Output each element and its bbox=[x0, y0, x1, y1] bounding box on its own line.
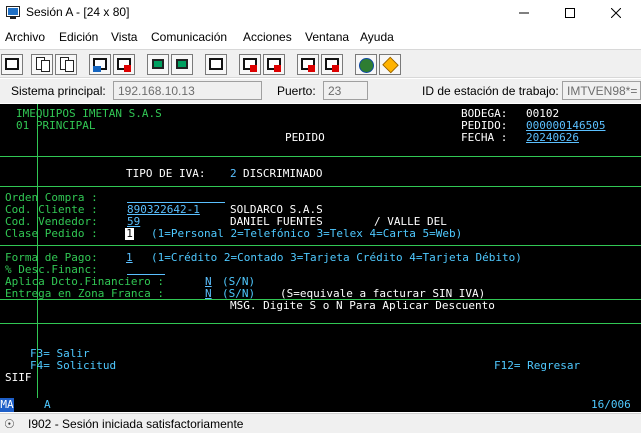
workstation-field[interactable]: IMTVEN98*= bbox=[562, 81, 641, 100]
message-line: MSG. Digite S o N Para Aplicar Descuento bbox=[230, 299, 495, 312]
stop-macro-button[interactable] bbox=[263, 54, 285, 75]
send-button[interactable] bbox=[89, 54, 111, 75]
oia-mode: A bbox=[44, 398, 51, 411]
paste-icon-back bbox=[65, 60, 74, 72]
menu-ventana[interactable]: Ventana bbox=[305, 30, 349, 44]
record-dot-icon bbox=[250, 65, 257, 72]
clase-pedido-label: Clase Pedido : bbox=[5, 227, 98, 240]
screen-title: PEDIDO bbox=[285, 131, 325, 144]
terminal-screen[interactable]: IMEQUIPOS IMETAN S.A.S BODEGA: 00102 01 … bbox=[0, 104, 641, 398]
separator-line bbox=[0, 186, 641, 187]
play-macro-button[interactable] bbox=[297, 54, 319, 75]
close-button[interactable] bbox=[593, 0, 639, 26]
macro-icon bbox=[209, 58, 223, 70]
menu-archivo[interactable]: Archivo bbox=[5, 30, 45, 44]
menu-vista[interactable]: Vista bbox=[111, 30, 137, 44]
print-screen-icon bbox=[5, 58, 19, 70]
desc-financ-field[interactable] bbox=[127, 264, 165, 275]
keypad-icon bbox=[176, 59, 188, 69]
macro-button[interactable] bbox=[205, 54, 227, 75]
keypad-button[interactable] bbox=[171, 54, 193, 75]
oia-indicator: MA bbox=[0, 398, 14, 412]
menu-ayuda[interactable]: Ayuda bbox=[360, 30, 394, 44]
workstation-label: ID de estación de trabajo: bbox=[422, 84, 559, 98]
status-bar: ☉ I902 - Sesión iniciada satisfactoriame… bbox=[0, 413, 641, 433]
iva-label: TIPO DE IVA: bbox=[126, 167, 206, 180]
clase-pedido-field[interactable]: 1 bbox=[125, 228, 134, 240]
fecha-label: FECHA : bbox=[461, 131, 508, 144]
toolbar bbox=[0, 49, 641, 78]
separator-line bbox=[0, 156, 641, 157]
maximize-button[interactable] bbox=[547, 0, 593, 26]
help-button[interactable] bbox=[379, 54, 401, 75]
print-screen-button[interactable] bbox=[1, 54, 23, 75]
copy-button[interactable] bbox=[31, 54, 53, 75]
window-title: Sesión A - [24 x 80] bbox=[26, 5, 130, 19]
title-bar: Sesión A - [24 x 80] bbox=[0, 0, 641, 26]
globe-icon bbox=[359, 58, 374, 73]
f4-solicitud[interactable]: F4= Solicitud bbox=[30, 360, 116, 372]
status-message: I902 - Sesión iniciada satisfactoriament… bbox=[28, 417, 244, 431]
receive-arrow-icon bbox=[124, 65, 131, 72]
host-label: Sistema principal: bbox=[11, 84, 106, 98]
app-icon bbox=[6, 6, 20, 19]
pause-macro-button[interactable] bbox=[321, 54, 343, 75]
help-icon bbox=[382, 56, 399, 74]
forma-pago-options: (1=Crédito 2=Contado 3=Tarjeta Crédito 4… bbox=[151, 251, 522, 264]
paste-button[interactable] bbox=[55, 54, 77, 75]
cursor-position: 16/006 bbox=[591, 398, 631, 411]
iva-text: DISCRIMINADO bbox=[243, 167, 323, 180]
separator-line bbox=[0, 245, 641, 246]
display-icon bbox=[152, 59, 164, 69]
connection-status-icon: ☉ bbox=[4, 417, 15, 431]
play-dot-icon bbox=[308, 65, 315, 72]
maximize-icon bbox=[565, 8, 575, 18]
branch-name: 01 PRINCIPAL bbox=[16, 119, 96, 132]
operator-info-area: MA A 16/006 bbox=[0, 398, 641, 412]
fecha-value[interactable]: 20240626 bbox=[526, 132, 579, 144]
port-label: Puerto: bbox=[277, 84, 316, 98]
host-field[interactable]: 192.168.10.13 bbox=[113, 81, 262, 100]
stop-dot-icon bbox=[274, 65, 281, 72]
forma-pago-field[interactable]: 1 bbox=[126, 252, 133, 264]
clase-pedido-options: (1=Personal 2=Telefónico 3=Telex 4=Carta… bbox=[151, 227, 463, 240]
record-macro-button[interactable] bbox=[239, 54, 261, 75]
siif-label: SIIF bbox=[5, 371, 32, 384]
menu-acciones[interactable]: Acciones bbox=[243, 30, 292, 44]
minimize-button[interactable] bbox=[501, 0, 547, 26]
port-field[interactable]: 23 bbox=[323, 81, 368, 100]
menu-bar: Archivo Edición Vista Comunicación Accio… bbox=[0, 26, 641, 48]
iva-code: 2 bbox=[230, 167, 237, 180]
pause-dot-icon bbox=[332, 65, 339, 72]
menu-edicion[interactable]: Edición bbox=[59, 30, 98, 44]
display-button[interactable] bbox=[147, 54, 169, 75]
connection-info-bar: Sistema principal: 192.168.10.13 Puerto:… bbox=[0, 79, 641, 103]
f12-regresar[interactable]: F12= Regresar bbox=[494, 360, 580, 372]
send-arrow-icon bbox=[93, 66, 101, 72]
close-icon bbox=[611, 8, 621, 18]
receive-button[interactable] bbox=[113, 54, 135, 75]
minimize-icon bbox=[519, 12, 529, 14]
copy-icon-back bbox=[41, 60, 50, 72]
orden-compra-field[interactable] bbox=[127, 192, 225, 203]
menu-comunicacion[interactable]: Comunicación bbox=[151, 30, 227, 44]
globe-button[interactable] bbox=[355, 54, 377, 75]
separator-line bbox=[0, 323, 641, 324]
